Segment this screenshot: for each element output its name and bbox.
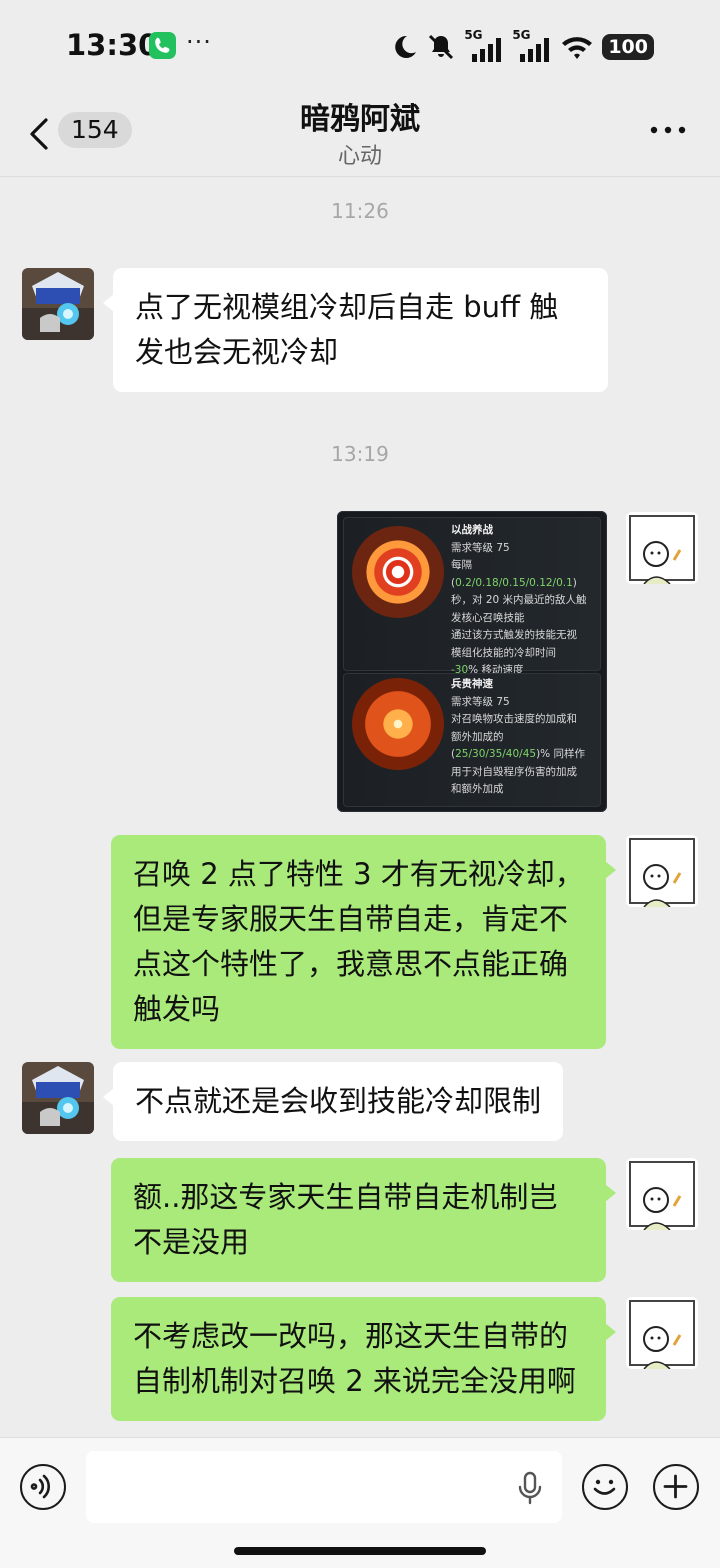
skill-text-1: 以战养战 需求等级 75 每隔 (0.2/0.18/0.15/0.12/0.1)… [451,522,594,680]
timestamp: 13:19 [331,442,389,466]
status-more-dots: ··· [186,28,212,56]
self-avatar[interactable] [626,835,698,907]
emoji-icon[interactable] [582,1464,628,1510]
mic-icon[interactable] [516,1471,544,1505]
skill-text: )% 同样作 [536,748,585,760]
skill-panel-2: 兵贵神速 需求等级 75 对召唤物攻击速度的加成和 额外加成的 (25/30/3… [343,673,601,807]
chat-subtitle: 心动 [337,144,382,169]
message-bubble-outgoing[interactable]: 额..那这专家天生自带自走机制岂不是没用 [111,1158,616,1282]
skill-desc-line: 和额外加成 [451,783,504,795]
moon-icon [395,35,417,58]
battery-icon: 100 [602,34,654,60]
self-avatar[interactable] [626,1297,698,1369]
message-input[interactable] [86,1451,562,1523]
skill-text: ) [572,576,577,589]
skill-desc-line: 额外加成的 [451,730,504,743]
skill-name: 以战养战 [451,524,493,536]
self-avatar[interactable] [626,512,698,584]
wifi-icon [562,37,593,59]
skill-value: 0.2/0.18/0.15/0.12/0.1 [455,576,573,589]
voice-icon[interactable] [20,1464,66,1510]
skill-icon-2 [352,678,444,770]
skill-level: 需求等级 75 [451,695,510,708]
message-bubble-incoming[interactable]: 不点就还是会收到技能冷却限制 [102,1062,564,1141]
skill-desc-line: 对召唤物攻击速度的加成和 [451,713,577,725]
skill-desc-line: 秒，对 20 米内最近的敌人触 [451,594,587,606]
timestamp: 11:26 [331,199,389,223]
skill-desc-line: 每隔 (0.2/0.18/0.15/0.12/0.1) [451,557,594,592]
skill-text-2: 兵贵神速 需求等级 75 对召唤物攻击速度的加成和 额外加成的 (25/30/3… [451,676,594,799]
chat-header: 154 暗鸦阿斌 心动 [0,90,720,177]
status-right-icons: 5G 5G 100 [392,28,654,64]
home-indicator[interactable] [234,1547,486,1555]
skill-desc-line: (25/30/35/40/45)% 同样作 [451,746,594,764]
skill-level: 需求等级 75 [451,541,510,554]
mute-bell-icon [429,34,454,60]
status-bar: 13:30 ··· 5G 5G 100 [0,0,720,90]
plus-icon[interactable] [653,1464,699,1510]
contact-avatar[interactable] [22,1062,94,1134]
skill-panel-1: 以战养战 需求等级 75 每隔 (0.2/0.18/0.15/0.12/0.1)… [343,517,601,676]
more-options-icon[interactable] [650,124,686,136]
skill-name: 兵贵神速 [451,678,493,690]
contact-avatar[interactable] [22,268,94,340]
signal-icon: 5G [464,28,504,62]
self-avatar[interactable] [626,1158,698,1230]
message-bubble-outgoing[interactable]: 不考虑改一改吗，那这天生自带的自制机制对召唤 2 来说完全没用啊 [111,1297,616,1421]
skill-desc-line: 用于对自毁程序伤害的加成 [451,765,577,778]
skill-value: 25/30/35/40/45 [455,748,537,760]
chat-title: 暗鸦阿斌 [300,102,420,137]
message-bubble-outgoing[interactable]: 召唤 2 点了特性 3 才有无视冷却，但是专家服天生自带自走，肯定不点这个特性了… [111,835,616,1049]
skill-desc-line: 模组化技能的冷却时间 [451,646,556,659]
signal-icon: 5G [512,28,552,62]
status-time: 13:30 [66,28,159,62]
message-bubble-incoming[interactable]: 点了无视模组冷却后自走 buff 触发也会无视冷却 [103,268,608,392]
skill-icon-1 [352,526,444,618]
phone-icon [149,32,176,59]
skill-desc-line: 通过该方式触发的技能无视 [451,629,577,641]
image-message-skill-tooltip[interactable]: 以战养战 需求等级 75 每隔 (0.2/0.18/0.15/0.12/0.1)… [337,511,607,812]
skill-desc-line: 发核心召唤技能 [451,611,525,624]
